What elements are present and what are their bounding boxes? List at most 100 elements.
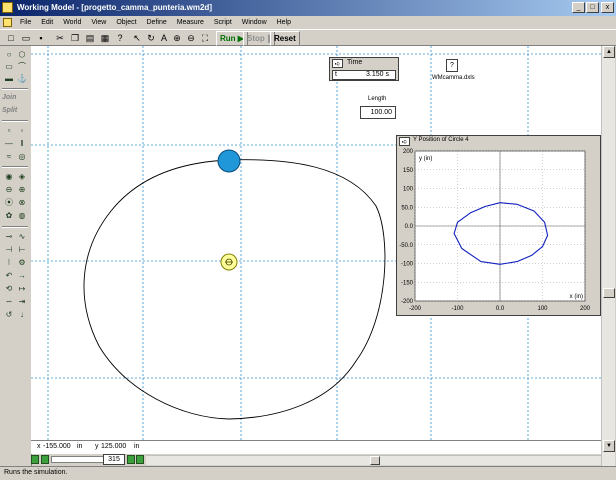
menu-window[interactable]: Window [238,16,271,29]
vertical-slot-tool-icon[interactable]: ‖ [16,139,28,149]
menu-measure[interactable]: Measure [173,16,208,29]
y-coord-label: y [95,443,99,450]
spring-tool-icon[interactable]: ∿ [16,232,28,242]
y-coord-unit: in [134,443,140,450]
separator-tool-icon[interactable]: ∽ [3,297,15,307]
cam-profile [83,159,386,420]
square-point-tool-icon[interactable]: ◦ [16,126,28,136]
length-label: Length [368,96,387,102]
zoom-out-icon[interactable]: ⊖ [184,32,198,44]
square-tool-icon[interactable]: ▬ [3,74,15,84]
save-icon[interactable]: ▪ [34,32,48,44]
anchor-tool-icon[interactable]: ⚓ [16,74,28,84]
tool-palette: ○ ⬡ ▭ ⌒ ▬ ⚓ Join Split ▫ ◦ — ‖ ≈ ◎ ◉ ◈ ⊖… [0,46,32,466]
polygon-tool-icon[interactable]: ⬡ [16,50,28,60]
tape-start-icon[interactable] [31,455,39,464]
gear-tool-icon[interactable]: ✿ [3,211,15,221]
keyed-curved-joint-tool-icon[interactable]: ⊗ [16,198,28,208]
plot-meter[interactable]: ➪ Y Position of Circle 4 -200 -100 0.0 100 2… [396,135,601,316]
rope-tool-icon[interactable]: ⦚ [3,258,15,268]
scroll-up-icon[interactable]: ▲ [603,46,615,58]
display-box[interactable]: ? [446,59,458,72]
plot-title: Y Position of Circle 4 [413,137,469,143]
y-tick-label: -50.0 [399,243,413,249]
time-meter-field: t 3.150 s [332,70,396,80]
curved-slot-tool-icon[interactable]: ≈ [3,152,15,162]
status-bar: Runs the simulation. [0,466,616,480]
vertical-scroll-thumb[interactable] [603,288,615,298]
rigid-joint-tool-icon[interactable]: ◈ [16,172,28,182]
zoom-in-icon[interactable]: ⊕ [170,32,184,44]
open-folder-icon[interactable]: ▭ [19,32,33,44]
vertical-scrollbar[interactable]: ▲ ▼ [601,46,615,466]
slot-tool-icon[interactable]: — [3,139,15,149]
split-button[interactable]: Split [2,107,17,114]
rod-tool-icon[interactable]: ⊸ [3,232,15,242]
tape-end-icon[interactable] [136,455,144,464]
text-tool-icon[interactable]: A [157,32,171,44]
menu-world[interactable]: World [59,16,85,29]
maximize-button[interactable]: □ [586,2,599,13]
gravity-tool-icon[interactable]: ↓ [16,310,28,320]
motor-icon[interactable] [220,253,238,271]
rotary-force-tool-icon[interactable]: ↺ [3,310,15,320]
close-button[interactable]: x [601,2,614,13]
tape-forward-icon[interactable] [127,455,135,464]
menu-help[interactable]: Help [273,16,295,29]
time-meter[interactable]: ➪ Time t 3.150 s [329,57,399,81]
horizontal-scroll-thumb[interactable] [370,456,380,465]
menu-file[interactable]: File [16,16,35,29]
y-coord-value: 125.000 [101,443,127,450]
slot-joint-tool-icon[interactable]: ⊖ [3,185,15,195]
tape-back-icon[interactable] [41,455,49,464]
linear-force-tool-icon[interactable]: ⇥ [16,297,28,307]
palette-divider [2,226,28,228]
y-tick-label: 0.0 [405,224,414,230]
scroll-down-icon[interactable]: ▼ [603,440,615,452]
keyed-slot-tool-icon[interactable]: ◎ [16,152,28,162]
rectangle-tool-icon[interactable]: ▭ [3,62,15,72]
y-tick-label: -150 [401,280,414,286]
palette-divider [2,166,28,168]
actuator-tool-icon[interactable]: → [16,271,28,281]
circle-tool-icon[interactable]: ○ [3,50,15,60]
circle-joint-tool-icon[interactable]: ◍ [16,211,28,221]
new-file-icon[interactable]: □ [4,32,18,44]
print-icon[interactable]: ▦ [98,32,112,44]
rotational-spring-tool-icon[interactable]: ⊣ [3,245,15,255]
curved-slot-joint-tool-icon[interactable]: ⦿ [3,198,15,208]
menu-edit[interactable]: Edit [37,16,57,29]
simulation-workspace[interactable]: ➪ Time t 3.150 s ? WMcamma.dxls Length 1… [31,46,601,440]
help-pointer-icon[interactable]: ? [113,32,127,44]
rotate-icon[interactable]: ↻ [144,32,158,44]
reset-button[interactable]: Reset [270,31,300,46]
pulley-tool-icon[interactable]: ⚙ [16,258,28,268]
join-button[interactable]: Join [2,94,16,101]
minimize-button[interactable]: _ [572,2,585,13]
horizontal-scrollbar[interactable] [146,455,601,465]
menu-define[interactable]: Define [143,16,171,29]
force-tool-icon[interactable]: ↦ [16,284,28,294]
menu-view[interactable]: View [87,16,110,29]
point-tool-icon[interactable]: ▫ [3,126,15,136]
menu-script[interactable]: Script [210,16,236,29]
copy-icon[interactable]: ❐ [68,32,82,44]
zoom-fit-icon[interactable]: ⛶ [198,32,212,44]
length-input[interactable]: 100.00 [360,106,396,119]
meter-menu-icon[interactable]: ➪ [332,59,343,68]
document-icon[interactable] [3,18,12,27]
follower-circle[interactable] [217,149,241,173]
torque-tool-icon[interactable]: ⟲ [3,284,15,294]
plot-menu-icon[interactable]: ➪ [399,137,410,146]
keyed-slot-joint-tool-icon[interactable]: ⊕ [16,185,28,195]
menu-object[interactable]: Object [112,16,140,29]
motor-tool-icon[interactable]: ↶ [3,271,15,281]
arrow-pointer-icon[interactable]: ↖ [130,32,144,44]
cut-icon[interactable]: ✂ [53,32,67,44]
paste-icon[interactable]: ▤ [83,32,97,44]
curved-body-tool-icon[interactable]: ⌒ [16,62,28,72]
damper-tool-icon[interactable]: ⊢ [16,245,28,255]
x-tick-label: -200 [409,306,422,312]
frame-counter[interactable]: 315 [103,454,125,465]
pin-joint-tool-icon[interactable]: ◉ [3,172,15,182]
